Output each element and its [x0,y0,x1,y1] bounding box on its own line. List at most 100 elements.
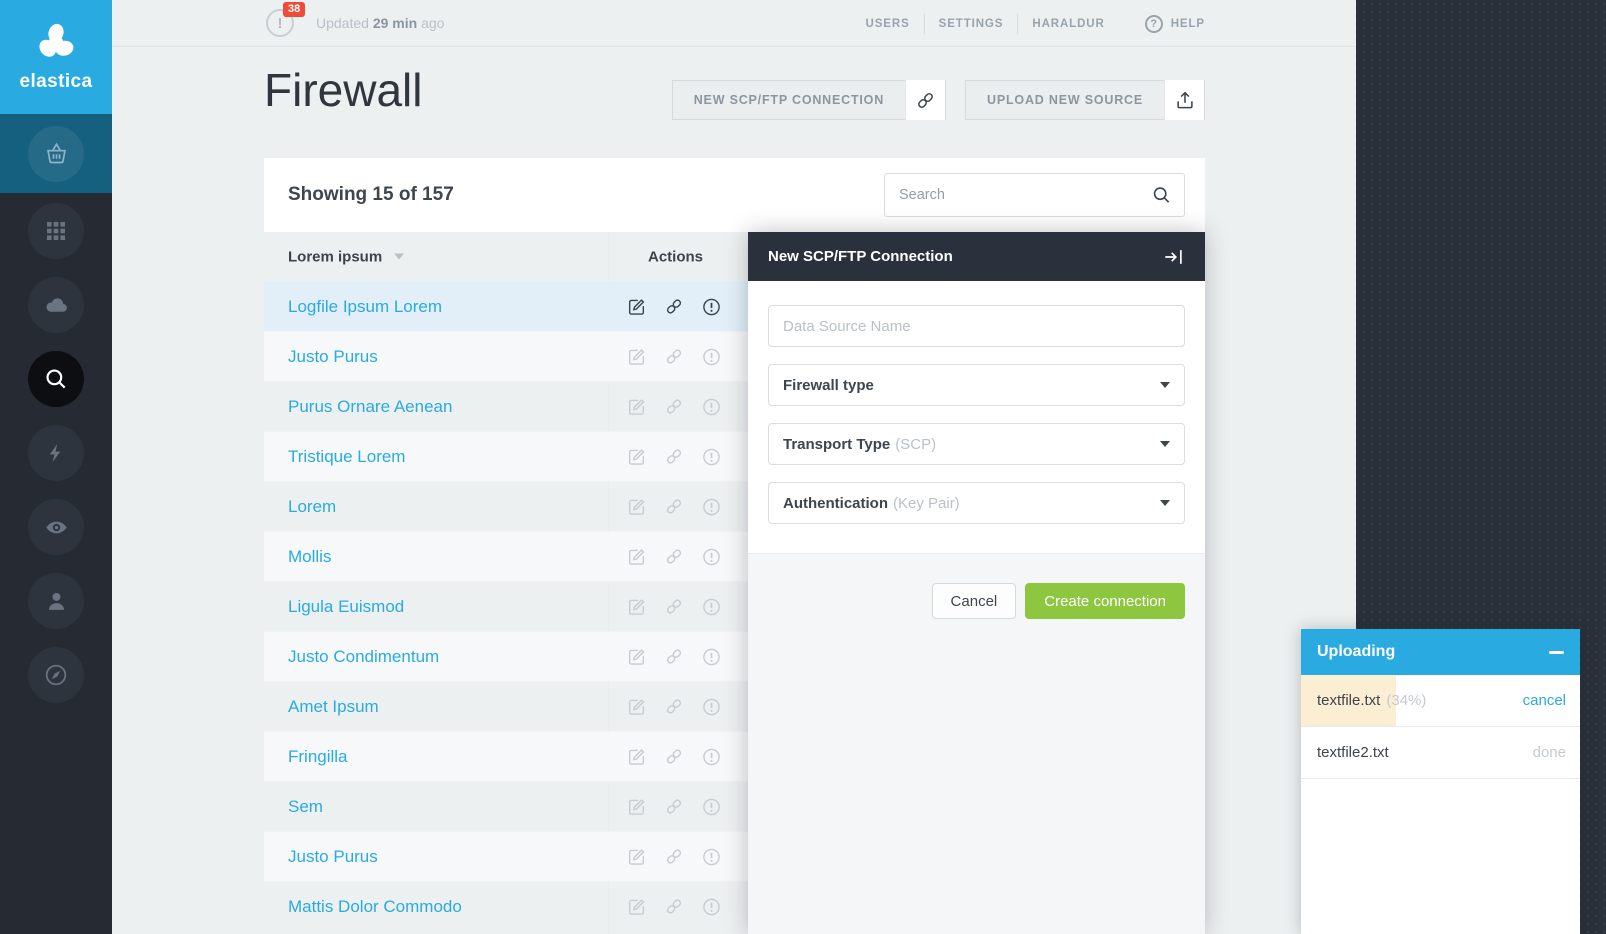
edit-icon[interactable] [626,346,647,367]
panel-footer: Cancel Create connection [748,553,1205,934]
sidebar-item-monitor[interactable] [28,499,84,555]
edit-icon[interactable] [626,446,647,467]
alert-icon[interactable] [701,646,722,667]
link-icon[interactable] [664,896,684,917]
edit-icon[interactable] [626,496,647,517]
upload-filename: textfile.txt [1317,692,1380,709]
dropdown-label: Firewall type [783,377,874,394]
upload-action[interactable]: cancel [1523,692,1566,709]
source-name-link[interactable]: Fringilla [288,747,348,767]
alert-icon[interactable] [701,396,722,417]
edit-icon[interactable] [626,546,647,567]
lightning-icon [28,425,84,481]
source-name-link[interactable]: Amet Ipsum [288,697,379,717]
row-actions [626,646,722,667]
link-icon[interactable] [664,646,684,667]
firewall-type-dropdown[interactable]: Firewall type [768,364,1185,406]
source-name-link[interactable]: Tristique Lorem [288,447,405,467]
source-name-link[interactable]: Justo Purus [288,347,378,367]
alert-icon[interactable] [701,546,722,567]
link-icon[interactable] [664,396,684,417]
grid-icon [28,203,84,259]
link-icon[interactable] [664,796,684,817]
dropdown-label: Transport Type [783,436,890,453]
panel-header: New SCP/FTP Connection [748,232,1205,281]
link-icon[interactable] [664,496,684,517]
alert-icon[interactable] [701,496,722,517]
sidebar-item-cloud[interactable] [28,277,84,333]
notification-count-badge: 38 [283,2,305,17]
source-name-link[interactable]: Lorem [288,497,336,517]
source-name-link[interactable]: Sem [288,797,323,817]
edit-icon[interactable] [626,796,647,817]
new-scp-ftp-connection-button[interactable]: NEW SCP/FTP CONNECTION [672,80,946,120]
column-header-name[interactable]: Lorem ipsum [288,248,404,265]
link-icon[interactable] [664,746,684,767]
edit-icon[interactable] [626,396,647,417]
link-icon[interactable] [664,296,684,317]
alert-icon[interactable] [701,896,722,917]
alert-icon[interactable] [701,746,722,767]
data-source-name-input[interactable] [768,305,1185,347]
transport-type-dropdown[interactable]: Transport Type (SCP) [768,423,1185,465]
sidebar-item-explore[interactable] [28,647,84,703]
source-name-link[interactable]: Ligula Euismod [288,597,404,617]
edit-icon[interactable] [626,596,647,617]
alert-icon[interactable] [701,796,722,817]
source-name-link[interactable]: Purus Ornare Aenean [288,397,452,417]
sidebar-item-activity[interactable] [28,425,84,481]
last-updated-text: Updated 29 min ago [316,15,444,31]
alert-icon[interactable] [701,446,722,467]
cancel-button[interactable]: Cancel [932,583,1017,619]
chevron-down-icon [1160,441,1170,447]
notifications-button[interactable]: ! 38 [266,9,294,37]
upload-new-source-button[interactable]: UPLOAD NEW SOURCE [965,80,1205,120]
sidebar-item-search[interactable] [28,351,84,407]
edit-icon[interactable] [626,746,647,767]
link-icon[interactable] [664,346,684,367]
edit-icon[interactable] [626,646,647,667]
link-icon[interactable] [664,596,684,617]
alert-icon[interactable] [701,596,722,617]
nav-account[interactable]: HARALDUR [1018,18,1118,30]
panel-footer-buttons: Cancel Create connection [748,554,1205,619]
sidebar-item-users[interactable] [28,573,84,629]
upload-percent: (34%) [1386,692,1426,709]
create-connection-button[interactable]: Create connection [1025,583,1185,619]
minimize-icon[interactable] [1549,651,1564,654]
source-name-link[interactable]: Justo Condimentum [288,647,439,667]
search-input[interactable] [885,174,1142,216]
sidebar-item-sources[interactable] [0,114,112,193]
help-button[interactable]: ? HELP [1145,15,1205,33]
edit-icon[interactable] [626,296,647,317]
alert-icon[interactable] [701,346,722,367]
authentication-dropdown[interactable]: Authentication (Key Pair) [768,482,1185,524]
eye-icon [28,499,84,555]
source-name-link[interactable]: Mattis Dolor Commodo [288,897,462,917]
alert-icon[interactable] [701,296,722,317]
source-name-link[interactable]: Justo Purus [288,847,378,867]
row-actions [626,696,722,717]
sidebar-item-apps[interactable] [28,203,84,259]
link-icon[interactable] [664,546,684,567]
edit-icon[interactable] [626,696,647,717]
collapse-panel-icon[interactable] [1163,248,1185,266]
link-icon[interactable] [664,846,684,867]
nav-users[interactable]: USERS [852,18,924,30]
source-name-link[interactable]: Mollis [288,547,331,567]
new-connection-label: NEW SCP/FTP CONNECTION [673,93,905,107]
elastica-logo[interactable]: elastica [0,0,112,114]
link-icon[interactable] [664,696,684,717]
uploading-panel: Uploading textfile.txt (34%) cancel text… [1301,629,1580,934]
edit-icon[interactable] [626,846,647,867]
nav-settings[interactable]: SETTINGS [925,18,1018,30]
source-name-link[interactable]: Logfile Ipsum Lorem [288,297,442,317]
search-icon[interactable] [1151,185,1172,206]
alert-icon[interactable] [701,846,722,867]
alert-icon[interactable] [701,696,722,717]
link-icon[interactable] [664,446,684,467]
search-box [884,173,1185,217]
sort-caret-icon [394,254,404,260]
search-icon [28,351,84,407]
edit-icon[interactable] [626,896,647,917]
